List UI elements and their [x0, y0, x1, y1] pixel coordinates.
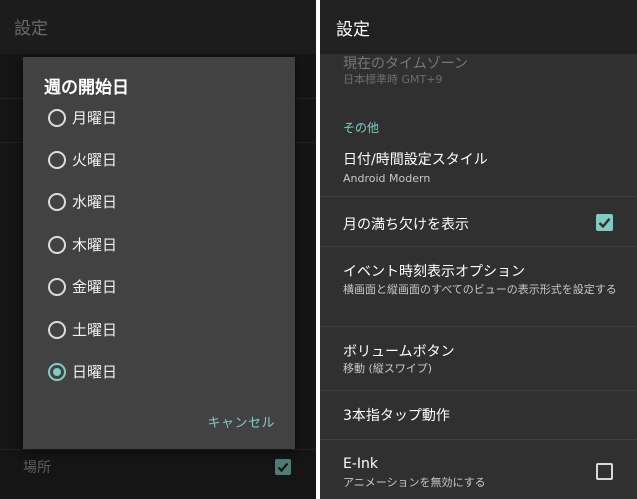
- right-screen: 設定 現在のタイムゾーン 日本標準時 GMT+9 その他 日付/時間設定スタイル…: [320, 0, 637, 499]
- radio-option-friday[interactable]: 金曜日: [23, 266, 295, 306]
- radio-option-label: 火曜日: [72, 151, 118, 169]
- pref-title: 現在のタイムゾーン: [343, 56, 469, 72]
- pref-title: 3本指タップ動作: [343, 408, 450, 424]
- dialog-title: 週の開始日: [44, 78, 129, 98]
- pref-title: 月の満ち欠けを表示: [343, 217, 469, 233]
- right-app-title: 設定: [336, 20, 370, 40]
- radio-button[interactable]: [48, 236, 66, 254]
- pref-volume-button[interactable]: ボリュームボタン 移動 (縦スワイプ): [320, 327, 637, 389]
- radio-option-monday[interactable]: 月曜日: [23, 97, 295, 137]
- pref-summary: 横画面と縦画面のすべてのビューの表示形式を設定する: [343, 283, 617, 296]
- radio-button[interactable]: [48, 109, 66, 127]
- pref-summary: アニメーションを無効にする: [343, 476, 486, 489]
- right-app-bar: 設定: [320, 0, 637, 54]
- check-icon: [277, 462, 289, 473]
- pref-summary: Android Modern: [343, 172, 431, 185]
- radio-option-label: 木曜日: [72, 236, 118, 254]
- radio-option-tuesday[interactable]: 火曜日: [23, 139, 295, 179]
- radio-button[interactable]: [48, 193, 66, 211]
- check-icon: [598, 218, 611, 229]
- radio-option-label: 水曜日: [72, 193, 118, 211]
- left-list-divider: [0, 449, 316, 450]
- radio-option-saturday[interactable]: 土曜日: [23, 309, 295, 349]
- radio-option-label: 月曜日: [72, 109, 118, 127]
- radio-button[interactable]: [48, 151, 66, 169]
- pref-three-finger-tap[interactable]: 3本指タップ動作: [320, 391, 637, 439]
- pref-e-ink[interactable]: E-Ink アニメーションを無効にする: [320, 440, 637, 499]
- radio-option-label: 金曜日: [72, 278, 118, 296]
- left-app-title: 設定: [14, 19, 48, 39]
- moon-phase-checkbox[interactable]: [596, 214, 613, 231]
- left-app-bar: 設定: [0, 0, 316, 54]
- pref-title: 日付/時間設定スタイル: [343, 152, 488, 168]
- location-setting-label: 場所: [23, 460, 51, 476]
- left-screen: 設定 場所 週の開始日 月曜日 火曜日 水曜日 木曜日 金曜日 土曜日 日曜日 …: [0, 0, 316, 499]
- cancel-button[interactable]: キャンセル: [207, 412, 275, 431]
- radio-option-label: 日曜日: [72, 363, 118, 381]
- pref-title: E-Ink: [343, 456, 379, 472]
- week-start-dialog: 週の開始日 月曜日 火曜日 水曜日 木曜日 金曜日 土曜日 日曜日 キャンセル: [23, 57, 295, 449]
- radio-option-sunday[interactable]: 日曜日: [23, 351, 295, 391]
- pref-date-time-style[interactable]: 日付/時間設定スタイル Android Modern: [320, 140, 637, 196]
- radio-button[interactable]: [48, 321, 66, 339]
- pref-summary: 日本標準時 GMT+9: [343, 73, 443, 86]
- location-checkbox[interactable]: [275, 459, 291, 475]
- pref-summary: 移動 (縦スワイプ): [343, 362, 433, 375]
- pref-title: イベント時刻表示オプション: [343, 264, 525, 280]
- radio-button[interactable]: [48, 278, 66, 296]
- category-header-other: その他: [343, 121, 380, 135]
- e-ink-checkbox[interactable]: [596, 463, 613, 480]
- pref-event-time-display[interactable]: イベント時刻表示オプション 横画面と縦画面のすべてのビューの表示形式を設定する: [320, 247, 637, 325]
- radio-option-wednesday[interactable]: 水曜日: [23, 181, 295, 221]
- radio-button-selected[interactable]: [48, 363, 66, 381]
- radio-option-label: 土曜日: [72, 321, 118, 339]
- pref-show-moon-phase[interactable]: 月の満ち欠けを表示: [320, 197, 637, 245]
- radio-option-thursday[interactable]: 木曜日: [23, 224, 295, 264]
- pref-title: ボリュームボタン: [343, 344, 455, 360]
